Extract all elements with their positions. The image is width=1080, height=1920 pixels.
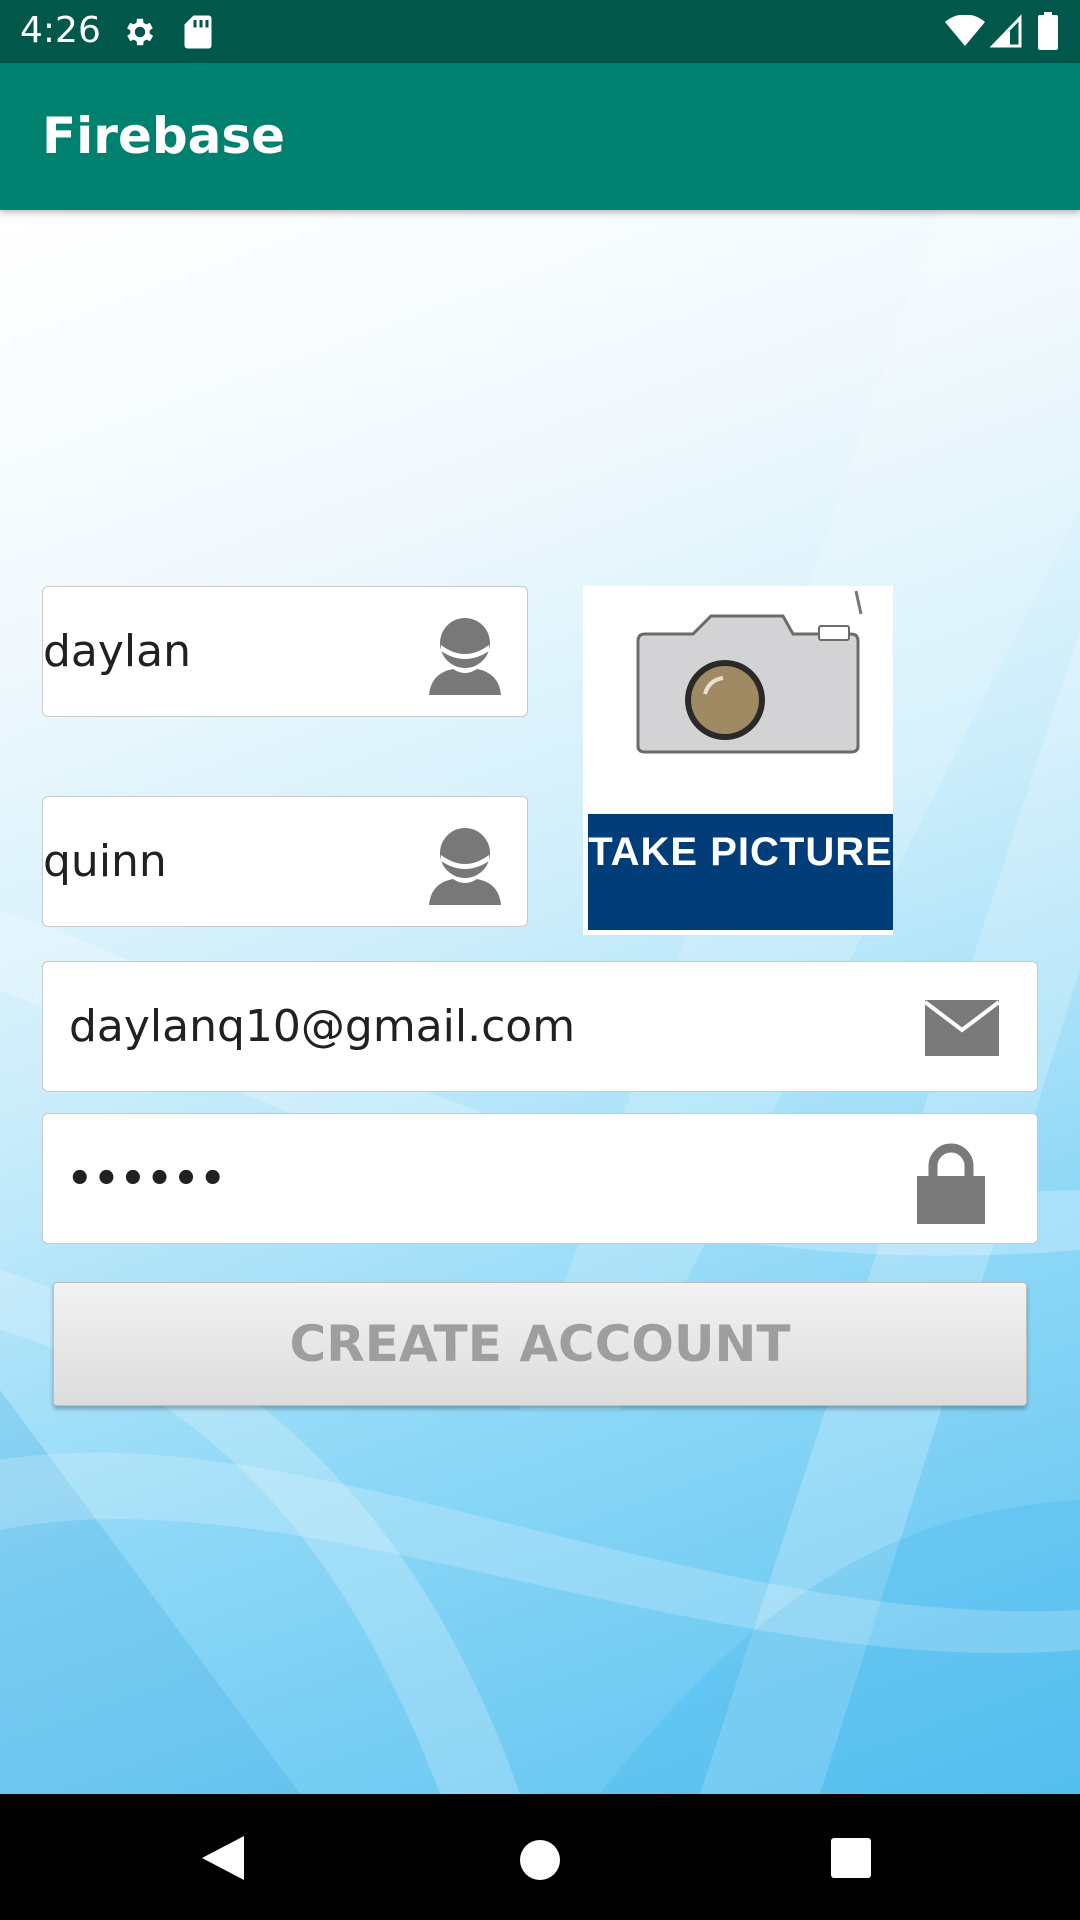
home-icon[interactable]: [518, 1838, 562, 1882]
take-picture-label: TAKE PICTURE: [588, 830, 893, 874]
status-time: 4:26: [20, 10, 101, 51]
take-picture-banner: TAKE PICTURE: [588, 810, 893, 930]
sd-card-icon: [184, 15, 212, 49]
first-name-field[interactable]: daylan: [42, 586, 528, 717]
app-bar: Firebase: [0, 63, 1080, 210]
app-title: Firebase: [42, 107, 286, 165]
signal-icon: [990, 14, 1022, 48]
password-value: ••••••: [67, 1155, 227, 1202]
last-name-field[interactable]: quinn: [42, 796, 528, 927]
create-account-button[interactable]: CREATE ACCOUNT: [53, 1282, 1027, 1406]
back-icon[interactable]: [200, 1834, 246, 1882]
last-name-value: quinn: [43, 836, 167, 887]
lock-icon: [917, 1143, 985, 1224]
mail-icon: [925, 1000, 999, 1056]
password-field[interactable]: ••••••: [42, 1113, 1038, 1244]
person-icon: [429, 828, 501, 905]
camera-icon: [636, 590, 863, 754]
first-name-value: daylan: [43, 626, 192, 677]
battery-icon: [1038, 12, 1058, 50]
status-bar: 4:26: [0, 0, 1080, 63]
wifi-icon: [945, 15, 985, 46]
email-value: daylanq10@gmail.com: [69, 1001, 576, 1052]
person-icon: [429, 618, 501, 695]
gear-icon: [127, 18, 154, 46]
recents-icon[interactable]: [830, 1837, 872, 1879]
take-picture-button[interactable]: TAKE PICTURE: [583, 586, 893, 935]
email-field[interactable]: daylanq10@gmail.com: [42, 961, 1038, 1092]
